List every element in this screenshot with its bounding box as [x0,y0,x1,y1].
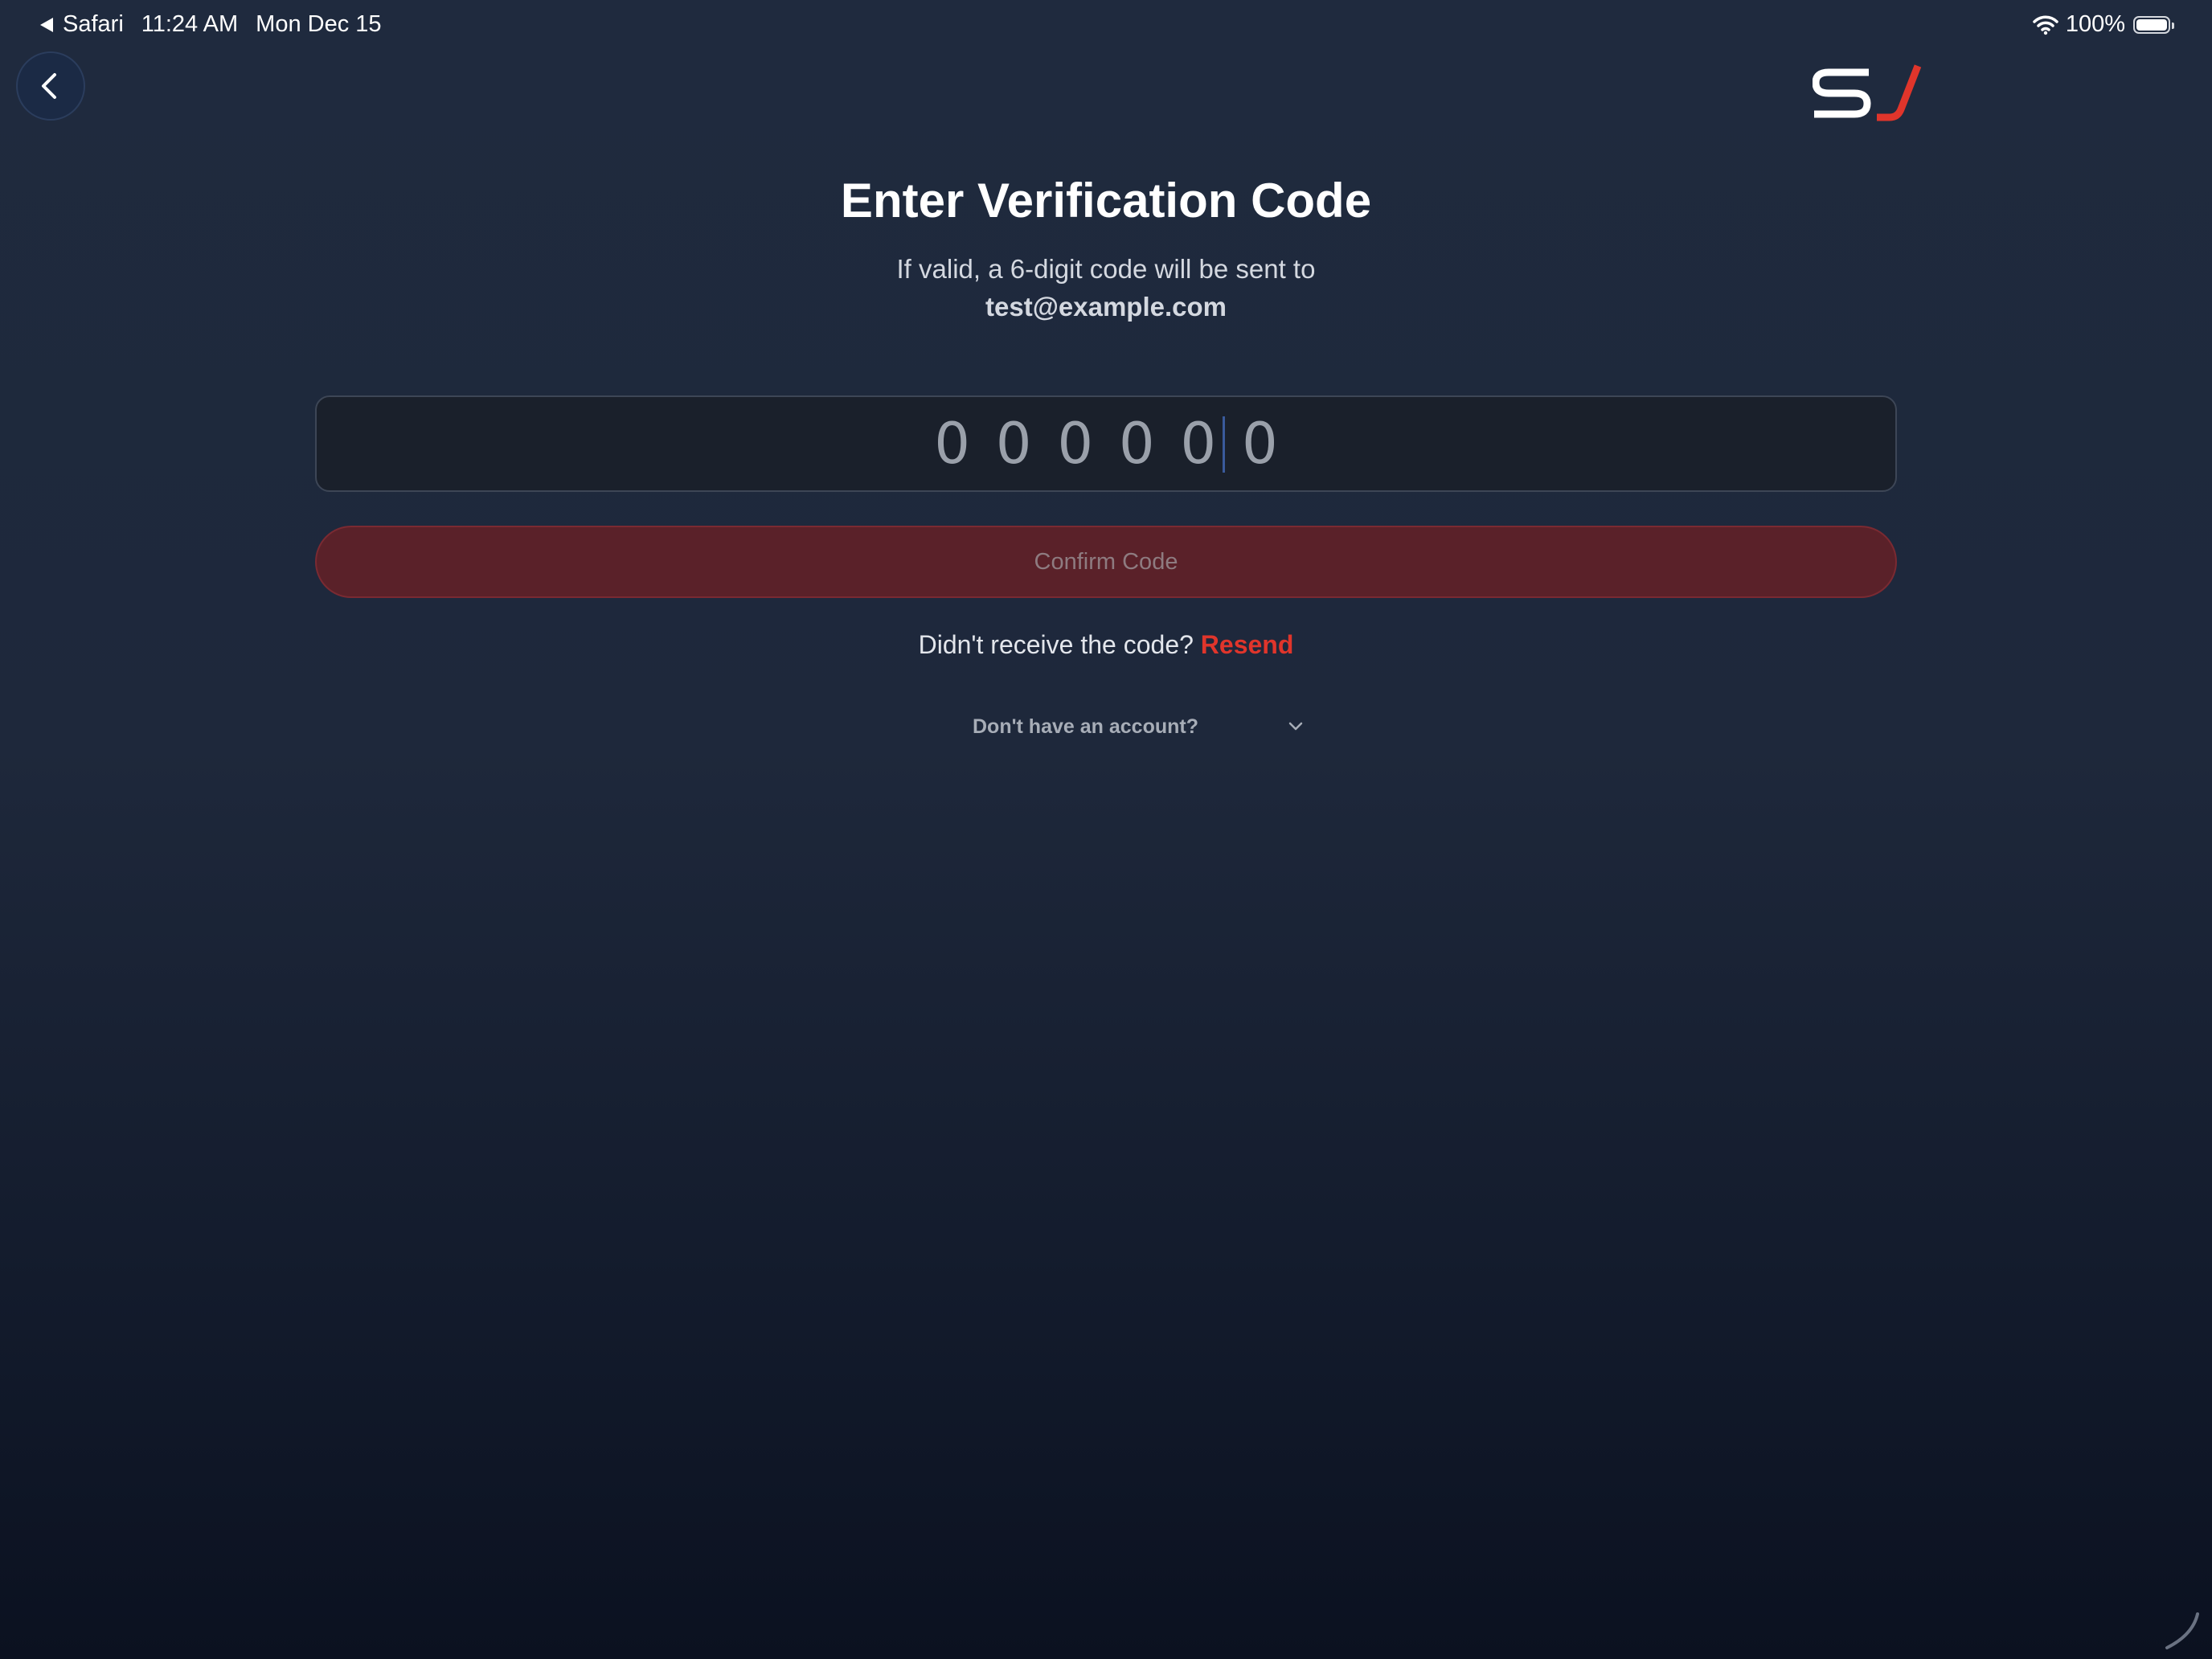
status-date: Mon Dec 15 [256,11,382,37]
status-bar-right: 100% [2032,11,2174,38]
no-account-label: Don't have an account? [973,715,1198,738]
status-bar: Safari 11:24 AM Mon Dec 15 100% [0,0,2212,51]
back-to-app-icon[interactable] [40,17,53,32]
resend-prompt: Didn't receive the code? [918,630,1194,659]
resend-link[interactable]: Resend [1201,630,1294,659]
text-caret [1223,416,1225,473]
wifi-icon [2033,15,2058,35]
code-placeholder: 000000 [934,411,1304,477]
status-bar-left: Safari 11:24 AM Mon Dec 15 [40,11,382,38]
verification-code-input[interactable]: 000000 [315,395,1897,492]
chevron-left-icon [42,73,56,99]
status-time: 11:24 AM [141,11,239,37]
battery-level [2136,18,2167,31]
back-button[interactable] [16,51,85,121]
resend-row: Didn't receive the code? Resend [0,630,2212,660]
no-account-toggle[interactable]: Don't have an account? [973,712,1310,741]
battery-percentage: 100% [2065,11,2125,37]
chevron-down-icon [1288,722,1303,731]
app-logo [1813,64,1922,121]
recipient-email: test@example.com [985,292,1227,322]
page-title: Enter Verification Code [840,174,1372,227]
battery-tip [2172,22,2174,29]
confirm-code-button[interactable]: Confirm Code [315,526,1897,598]
resize-corner-icon [2165,1612,2199,1649]
back-to-app-label[interactable]: Safari [63,11,124,38]
battery-icon [2133,15,2174,34]
page-subtitle: If valid, a 6-digit code will be sent to [896,254,1316,284]
